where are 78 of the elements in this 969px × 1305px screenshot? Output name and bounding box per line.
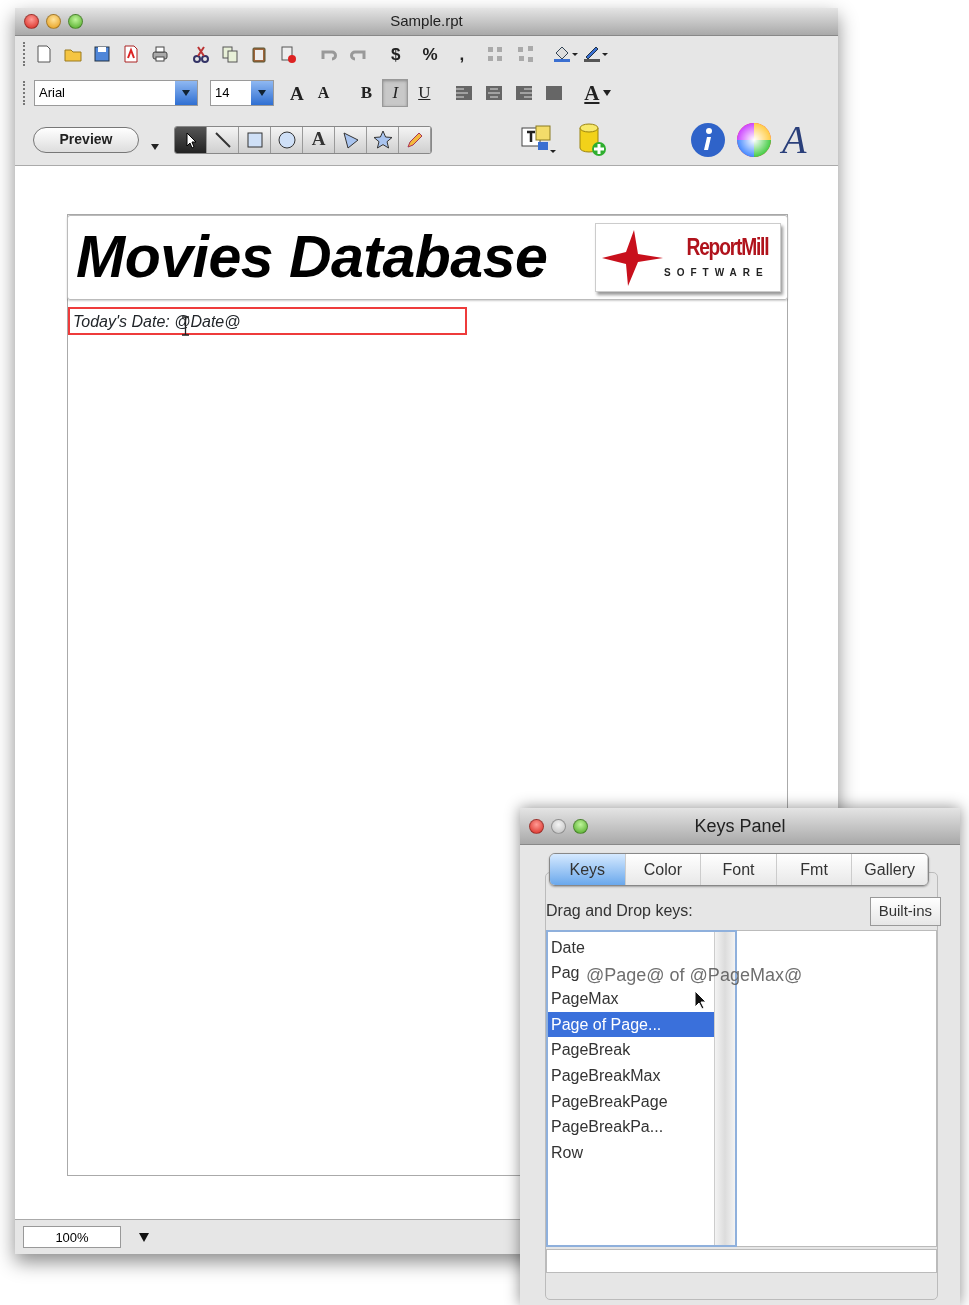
text-color-button[interactable]: A [584, 82, 600, 104]
info-icon[interactable] [690, 121, 726, 158]
list-item[interactable]: Pag [548, 960, 582, 986]
caret-icon [182, 90, 190, 96]
text-field[interactable] [546, 1248, 937, 1273]
list-item[interactable]: Page of Page... [548, 1011, 714, 1038]
delete-icon[interactable] [278, 44, 298, 64]
list-item[interactable]: PageBreakMax [548, 1062, 663, 1089]
dropdown-button[interactable] [175, 81, 197, 105]
minimize-button[interactable] [46, 14, 61, 29]
mouse-pointer-icon [694, 990, 708, 1010]
report-title: Movies Database [76, 223, 548, 293]
tool-button[interactable]: A [303, 126, 335, 153]
tool-button[interactable] [207, 126, 239, 153]
close-button[interactable] [529, 818, 544, 834]
copy-icon[interactable] [220, 44, 240, 64]
style-button[interactable]: B [353, 79, 380, 107]
tab[interactable]: Keys [550, 854, 626, 885]
rectangle-icon [244, 129, 265, 150]
zoom-button[interactable] [68, 14, 83, 29]
list-item[interactable]: Date [548, 934, 587, 961]
window-title: Sample.rpt [390, 12, 463, 30]
zoom-field[interactable]: 100% [23, 1226, 121, 1248]
style-button[interactable]: I [382, 79, 409, 107]
justify-icon[interactable] [544, 83, 565, 103]
database-add-icon[interactable] [576, 122, 608, 157]
builtins-button[interactable]: Built-ins [869, 897, 941, 926]
dropdown-button[interactable] [251, 81, 273, 105]
combo-box[interactable]: Arial [34, 80, 198, 106]
minimize-button[interactable] [551, 818, 566, 834]
preview-button[interactable]: Preview [33, 126, 139, 153]
caret-icon[interactable] [603, 90, 612, 96]
caret-icon[interactable] [151, 143, 159, 150]
caret-icon[interactable] [139, 1232, 149, 1242]
logo-name: ReportMill [686, 235, 769, 259]
format-button[interactable]: , [459, 45, 465, 63]
tab[interactable]: Fmt [776, 854, 853, 885]
text-box-icon[interactable] [520, 123, 556, 156]
combo-box[interactable]: 14 [210, 80, 274, 106]
format-button[interactable]: % [422, 45, 438, 63]
clipboard-icon[interactable] [249, 44, 269, 64]
list-item[interactable]: PageBreakPage [548, 1088, 670, 1115]
text-tool-label: A [311, 127, 326, 152]
list-item[interactable]: PageBreakPa... [548, 1114, 666, 1140]
list-item[interactable]: PageMax [548, 985, 621, 1012]
field-label: Drag and Drop keys: [546, 901, 693, 922]
pdf-icon[interactable] [121, 44, 141, 64]
line-icon [212, 129, 233, 150]
zoom-button[interactable] [573, 818, 588, 834]
font-size-button[interactable]: A [317, 85, 330, 101]
style-button[interactable]: U [411, 79, 438, 107]
tab[interactable]: Gallery [852, 854, 928, 885]
list-item[interactable]: Row [548, 1140, 585, 1166]
caret-icon [258, 90, 266, 96]
list-item[interactable]: PageBreak [548, 1037, 633, 1063]
close-button[interactable] [24, 14, 39, 29]
print-icon[interactable] [150, 44, 170, 64]
font-panel-button[interactable]: A [782, 119, 807, 160]
tool-button[interactable] [367, 126, 399, 153]
tool-button[interactable] [175, 126, 207, 153]
logo-tagline: SOFTWARE [664, 266, 769, 280]
polygon-icon [340, 129, 361, 150]
panel-title: Keys Panel [694, 815, 786, 836]
font-size-button[interactable]: A [290, 83, 304, 103]
document-icon[interactable] [34, 44, 54, 64]
color-wheel-icon[interactable] [736, 121, 772, 158]
tool-button[interactable] [335, 126, 367, 153]
star-icon [372, 129, 393, 150]
save-icon[interactable] [92, 44, 112, 64]
format-button[interactable]: $ [391, 45, 401, 63]
tab[interactable]: Font [701, 854, 777, 885]
circle-icon [276, 129, 297, 150]
tool-button[interactable] [271, 126, 303, 153]
tab[interactable]: Color [625, 854, 702, 885]
align-center-icon[interactable] [484, 83, 505, 103]
scissors-icon[interactable] [191, 44, 211, 64]
align-right-icon[interactable] [514, 83, 535, 103]
align-left-icon[interactable] [454, 83, 475, 103]
